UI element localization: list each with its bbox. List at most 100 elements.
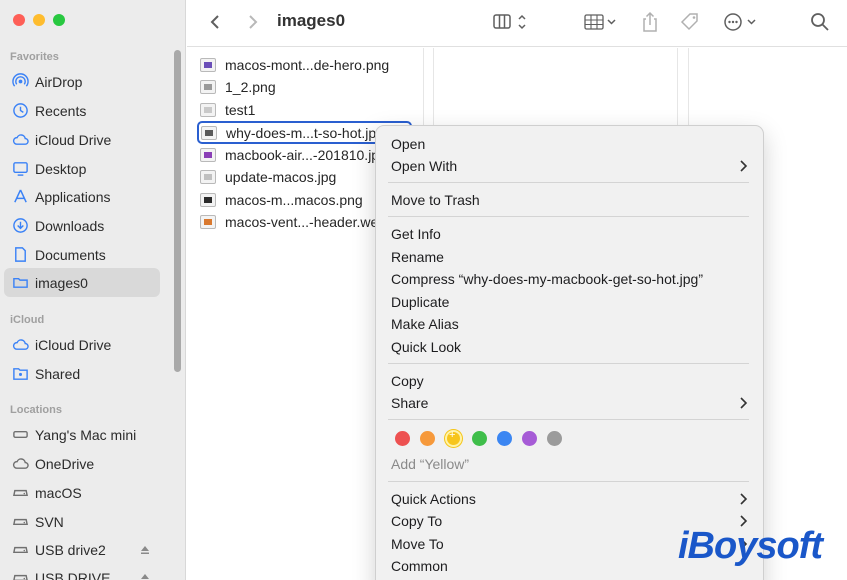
tag-purple[interactable] (522, 431, 537, 446)
file-item[interactable]: macos-mont...de-hero.png (200, 54, 389, 75)
menu-item-make-alias[interactable]: Make Alias (391, 314, 459, 334)
sidebar-scrollbar[interactable] (174, 50, 181, 372)
file-name: macos-m...macos.png (225, 191, 363, 208)
sidebar-item-desktop[interactable]: Desktop (4, 154, 160, 183)
disk-icon (11, 569, 29, 580)
sidebar-item-label: images0 (35, 274, 88, 291)
tag-color-picker (395, 429, 562, 447)
menu-item-open[interactable]: Open (391, 134, 425, 154)
menu-item-compress[interactable]: Compress “why-does-my-macbook-get-so-hot… (391, 269, 703, 289)
minimize-window-button[interactable] (33, 14, 45, 26)
menu-item-label: Copy To (391, 513, 443, 529)
eject-icon[interactable] (140, 573, 150, 580)
sidebar-item-downloads[interactable]: Downloads (4, 211, 160, 240)
share-button[interactable] (639, 10, 661, 34)
cloud-icon (11, 455, 29, 473)
tag-orange[interactable] (420, 431, 435, 446)
menu-divider (388, 182, 749, 183)
sidebar-item-label: OneDrive (35, 455, 95, 472)
window-title: images0 (277, 11, 346, 30)
file-name: update-macos.jpg (225, 168, 337, 185)
tag-button[interactable] (678, 10, 702, 34)
sidebar-item-shared[interactable]: Shared (4, 359, 160, 388)
grid-icon (584, 14, 616, 30)
image-file-icon (200, 214, 216, 229)
chevron-right-icon (740, 493, 748, 505)
disk-icon (11, 513, 29, 531)
sidebar-item-label: SVN (35, 513, 64, 530)
file-name: 1_2.png (225, 78, 276, 95)
zoom-window-button[interactable] (53, 14, 65, 26)
sidebar-item-usb-drive[interactable]: USB DRIVE (4, 563, 160, 580)
menu-item-quick-actions[interactable]: Quick Actions (391, 489, 748, 509)
clock-icon (11, 102, 29, 120)
sidebar-item-macos[interactable]: macOS (4, 478, 160, 507)
menu-item-get-info[interactable]: Get Info (391, 224, 441, 244)
file-icon (200, 102, 216, 117)
tag-blue[interactable] (497, 431, 512, 446)
file-name: macbook-air...-201810.jpg (225, 146, 387, 163)
menu-item-label: Open With (391, 158, 458, 174)
tag-red[interactable] (395, 431, 410, 446)
tag-yellow[interactable] (445, 429, 462, 447)
image-file-icon (200, 169, 216, 184)
sidebar-item-label: Shared (35, 365, 81, 382)
more-actions-button[interactable] (722, 10, 760, 34)
sidebar-item-label: iCloud Drive (35, 336, 112, 353)
close-window-button[interactable] (13, 14, 25, 26)
tag-green[interactable] (472, 431, 487, 446)
sidebar-item-icloud-drive-2[interactable]: iCloud Drive (4, 330, 160, 359)
file-name: test1 (225, 101, 256, 118)
sidebar-item-images0[interactable]: images0 (4, 268, 160, 297)
share-icon (643, 11, 657, 32)
sidebar-item-usb-drive2[interactable]: USB drive2 (4, 535, 160, 564)
file-item[interactable]: macos-m...macos.png (200, 189, 363, 210)
tag-gray[interactable] (547, 431, 562, 446)
toolbar: images0 (187, 0, 847, 47)
download-icon (11, 217, 29, 235)
image-file-icon (200, 57, 216, 72)
menu-item-move-to-trash[interactable]: Move to Trash (391, 190, 480, 210)
view-options-button[interactable] (491, 10, 531, 34)
cloud-icon (11, 131, 29, 149)
menu-item-label: Quick Actions (391, 491, 476, 507)
sidebar-item-recents[interactable]: Recents (4, 96, 160, 125)
forward-button[interactable] (243, 10, 263, 34)
back-button[interactable] (205, 10, 225, 34)
file-item[interactable]: macos-vent...-header.webp (200, 211, 394, 232)
menu-item-common[interactable]: Common (391, 556, 448, 576)
menu-item-copy[interactable]: Copy (391, 371, 424, 391)
applications-icon (11, 188, 29, 206)
file-item[interactable]: test1 (200, 99, 255, 120)
airdrop-icon (11, 73, 29, 91)
cloud-icon (11, 336, 29, 354)
sidebar-item-label: Downloads (35, 217, 105, 234)
menu-divider (388, 419, 749, 420)
sidebar-section-icloud: iCloud (10, 314, 45, 326)
group-button[interactable] (582, 10, 620, 34)
sidebar-item-onedrive[interactable]: OneDrive (4, 449, 160, 478)
sidebar-item-applications[interactable]: Applications (4, 182, 160, 211)
search-button[interactable] (809, 10, 831, 34)
eject-icon[interactable] (140, 545, 150, 555)
menu-item-share[interactable]: Share (391, 393, 748, 413)
image-file-icon (200, 79, 216, 94)
computer-icon (11, 426, 29, 444)
sidebar-item-mac-mini[interactable]: Yang's Mac mini (4, 420, 160, 449)
menu-item-quick-look[interactable]: Quick Look (391, 337, 461, 357)
menu-item-duplicate[interactable]: Duplicate (391, 292, 449, 312)
file-item[interactable]: update-macos.jpg (200, 166, 336, 187)
menu-divider (388, 481, 749, 482)
image-file-icon (200, 147, 216, 162)
sidebar-section-favorites: Favorites (10, 51, 59, 63)
file-item[interactable]: macbook-air...-201810.jpg (200, 144, 387, 165)
sidebar-item-documents[interactable]: Documents (4, 240, 160, 269)
sidebar-item-svn[interactable]: SVN (4, 507, 160, 536)
menu-item-rename[interactable]: Rename (391, 247, 444, 267)
sidebar-section-locations: Locations (10, 404, 62, 416)
sidebar-item-icloud-drive[interactable]: iCloud Drive (4, 125, 160, 154)
sidebar-item-label: Documents (35, 246, 106, 263)
sidebar-item-airdrop[interactable]: AirDrop (4, 67, 160, 96)
menu-item-open-with[interactable]: Open With (391, 156, 748, 176)
file-item[interactable]: 1_2.png (200, 76, 276, 97)
